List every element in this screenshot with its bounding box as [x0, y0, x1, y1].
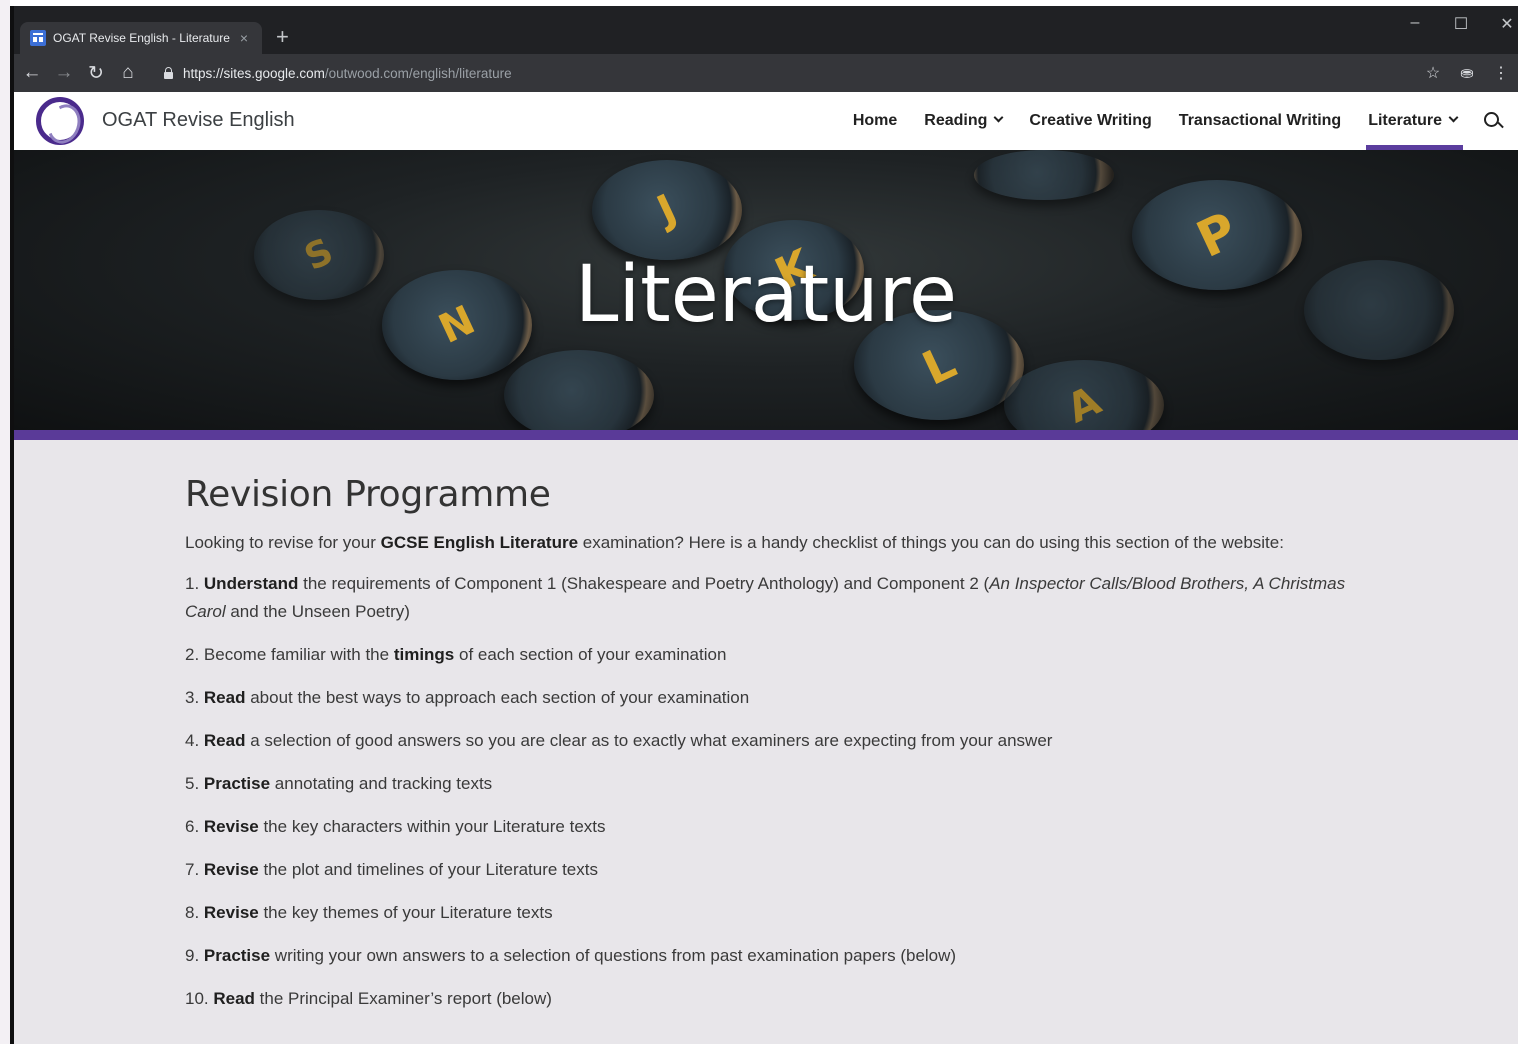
browser-window: OGAT Revise English - Literature × + – ☐…: [10, 6, 1518, 1044]
browser-toolbar: ← → ↻ ⌂ https://sites.google.com/outwood…: [14, 54, 1518, 92]
checklist-item: 3. Read about the best ways to approach …: [185, 684, 1365, 712]
typewriter-key: J: [592, 160, 742, 260]
toolbar-right: ☆ ⛂ ⋮: [1416, 54, 1518, 92]
hero-banner: J K P N L S A Literature: [14, 150, 1518, 430]
item-verb: Practise: [203, 946, 271, 965]
tab-strip: OGAT Revise English - Literature × + – ☐…: [14, 6, 1518, 54]
item-text: the key characters within your Literatur…: [258, 817, 606, 836]
item-bold: timings: [393, 645, 455, 664]
outer-frame: [0, 0, 10, 1044]
item-verb: Understand: [203, 574, 299, 593]
typewriter-key: [504, 350, 654, 430]
item-text: about the best ways to approach each sec…: [245, 688, 750, 707]
item-text: the Principal Examiner’s report (below): [254, 989, 552, 1008]
tab-title: OGAT Revise English - Literature: [53, 31, 230, 45]
close-window-icon[interactable]: ✕: [1492, 14, 1518, 34]
web-page: OGAT Revise English Home Reading Creativ…: [14, 92, 1518, 1044]
nav-home[interactable]: Home: [853, 92, 897, 150]
nav-literature[interactable]: Literature: [1366, 92, 1463, 150]
item-text: the key themes of your Literature texts: [258, 903, 553, 922]
typewriter-key: A: [1004, 360, 1164, 430]
item-number: 5.: [185, 774, 204, 793]
url-host: https://sites.google.com: [183, 66, 325, 81]
item-verb: Read: [213, 989, 255, 1008]
star-icon[interactable]: ☆: [1416, 63, 1450, 83]
typewriter-key: [974, 150, 1114, 200]
menu-icon[interactable]: ⋮: [1484, 63, 1518, 83]
checklist-item: 8. Revise the key themes of your Literat…: [185, 899, 1365, 927]
intro-text-end: examination? Here is a handy checklist o…: [578, 533, 1284, 552]
incognito-icon[interactable]: ⛂: [1450, 63, 1484, 83]
chevron-down-icon: [1448, 112, 1459, 123]
item-verb: Read: [203, 688, 246, 707]
checklist-item: 4. Read a selection of good answers so y…: [185, 727, 1365, 755]
forward-icon[interactable]: →: [48, 62, 80, 84]
nav-reading-label: Reading: [924, 112, 988, 129]
checklist-item: 7. Revise the plot and timelines of your…: [185, 856, 1365, 884]
nav-creative-writing[interactable]: Creative Writing: [1029, 92, 1151, 150]
google-sites-favicon-icon: [30, 30, 46, 46]
page-title: Literature: [575, 250, 957, 340]
main-content: Revision Programme Looking to revise for…: [185, 474, 1365, 1028]
checklist-item: 10. Read the Principal Examiner’s report…: [185, 985, 1365, 1013]
checklist-item: 2. Become familiar with the timings of e…: [185, 641, 1365, 669]
maximize-icon[interactable]: ☐: [1446, 14, 1476, 34]
accent-bar: [14, 430, 1518, 440]
minimize-icon[interactable]: –: [1400, 14, 1430, 32]
item-number: 8.: [185, 903, 204, 922]
intro-text: Looking to revise for your: [185, 533, 381, 552]
item-number: 7.: [185, 860, 204, 879]
item-verb: Revise: [203, 903, 259, 922]
checklist-item: 1. Understand the requirements of Compon…: [185, 570, 1365, 626]
item-number: 10.: [185, 989, 214, 1008]
checklist-item: 6. Revise the key characters within your…: [185, 813, 1365, 841]
item-text: the requirements of Component 1 (Shakesp…: [298, 574, 990, 593]
site-logo[interactable]: [36, 97, 84, 145]
reload-icon[interactable]: ↻: [80, 62, 112, 85]
section-heading: Revision Programme: [185, 474, 551, 515]
lock-icon: [164, 67, 173, 79]
item-text-end: and the Unseen Poetry): [225, 602, 410, 621]
chevron-down-icon: [993, 112, 1004, 123]
item-number: 1.: [185, 574, 204, 593]
item-number: 3.: [185, 688, 204, 707]
item-number: 4.: [185, 731, 204, 750]
item-text: writing your own answers to a selection …: [270, 946, 957, 965]
tab-close-icon[interactable]: ×: [236, 30, 252, 46]
item-verb: Practise: [203, 774, 271, 793]
back-icon[interactable]: ←: [16, 62, 48, 84]
site-header: OGAT Revise English Home Reading Creativ…: [14, 92, 1518, 150]
home-icon[interactable]: ⌂: [112, 62, 144, 84]
url-path: /outwood.com/english/literature: [324, 66, 512, 81]
address-bar[interactable]: https://sites.google.com/outwood.com/eng…: [164, 60, 1504, 87]
checklist-item: 5. Practise annotating and tracking text…: [185, 770, 1365, 798]
checklist-item: 9. Practise writing your own answers to …: [185, 942, 1365, 970]
new-tab-button[interactable]: +: [276, 26, 289, 48]
nav-reading[interactable]: Reading: [924, 92, 1004, 150]
nav-transactional-writing[interactable]: Transactional Writing: [1179, 92, 1341, 150]
intro-paragraph: Looking to revise for your GCSE English …: [185, 529, 1365, 557]
item-text: annotating and tracking texts: [270, 774, 493, 793]
item-text-end: of each section of your examination: [454, 645, 727, 664]
item-text: a selection of good answers so you are c…: [245, 731, 1053, 750]
item-verb: Revise: [203, 817, 259, 836]
search-icon[interactable]: [1484, 92, 1504, 150]
item-number: 9.: [185, 946, 204, 965]
intro-bold: GCSE English Literature: [380, 533, 579, 552]
item-text: Become familiar with the: [203, 645, 394, 664]
item-verb: Revise: [203, 860, 259, 879]
item-number: 6.: [185, 817, 204, 836]
item-verb: Read: [203, 731, 246, 750]
site-nav: Home Reading Creative Writing Transactio…: [853, 92, 1518, 150]
item-number: 2.: [185, 645, 204, 664]
browser-tab[interactable]: OGAT Revise English - Literature ×: [20, 22, 262, 54]
item-text: the plot and timelines of your Literatur…: [258, 860, 598, 879]
site-title[interactable]: OGAT Revise English: [102, 109, 295, 132]
nav-literature-label: Literature: [1368, 112, 1442, 129]
